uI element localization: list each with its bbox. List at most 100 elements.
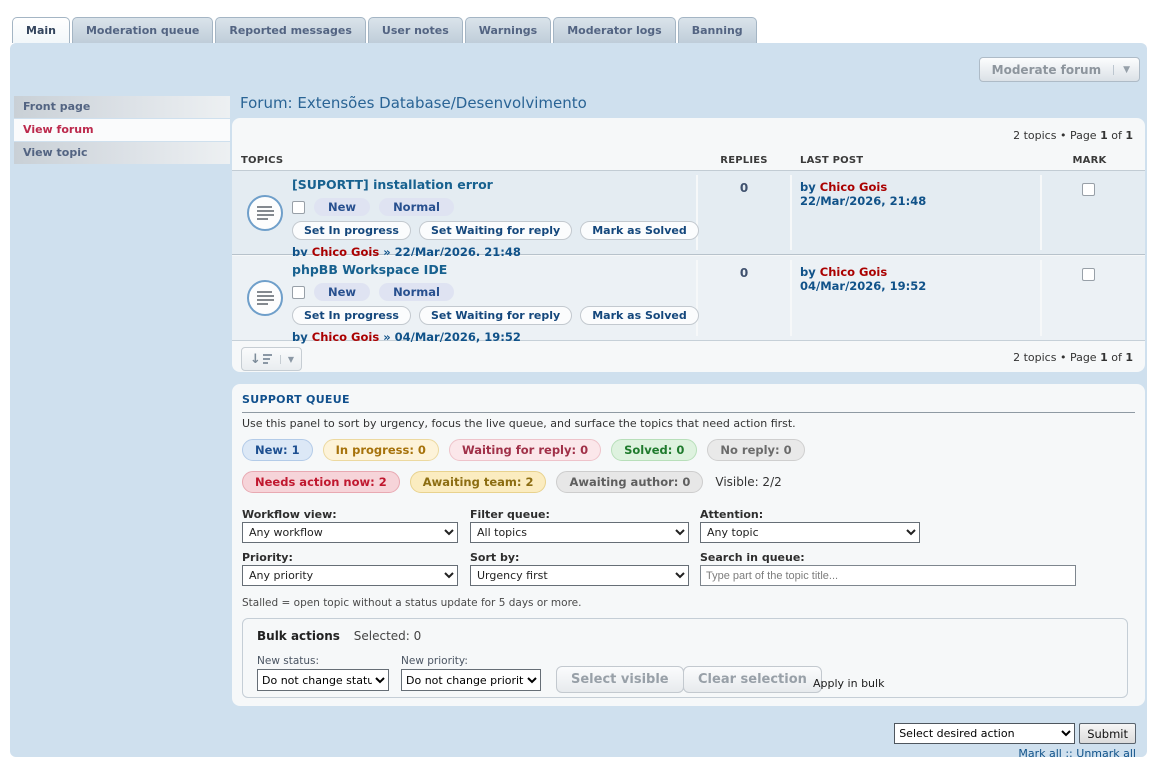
footer-action-bar: Select desired action Submit [894,723,1136,744]
support-queue-panel: SUPPORT QUEUE Use this panel to sort by … [232,384,1145,706]
sidebar: Front page View forum View topic [14,96,230,165]
priority-label: Priority: [242,551,293,564]
search-queue-input[interactable] [700,565,1076,586]
set-waiting-for-reply-button[interactable]: Set Waiting for reply [419,306,572,325]
page-title: Forum: Extensões Database/Desenvolviment… [240,94,587,112]
filter-queue-select[interactable]: All topics [470,522,689,543]
set-in-progress-button[interactable]: Set In progress [292,221,411,240]
topic-count: 2 topics [1013,351,1056,364]
stalled-note: Stalled = open topic without a status up… [242,597,581,609]
set-waiting-for-reply-button[interactable]: Set Waiting for reply [419,221,572,240]
of-word: of [1111,129,1122,142]
total-pages: 1 [1125,351,1133,364]
stats-row-attention: Needs action now: 2 Awaiting team: 2 Awa… [242,471,782,493]
priority-badge: Normal [379,283,454,301]
replies-count: 0 [698,266,790,280]
links-separator: :: [1062,747,1076,760]
bulk-actions-title: Bulk actions [257,629,340,643]
last-post-cell: by Chico Gois 04/Mar/2026, 19:52 [800,265,926,293]
topic-title-link[interactable]: [SUPORTT] installation error [292,177,699,192]
topic-icon [247,195,283,231]
mark-topic-checkbox[interactable] [1082,268,1095,281]
stat-badge-awaiting-team: Awaiting team: 2 [410,471,547,493]
stat-badge-needs-action: Needs action now: 2 [242,471,400,493]
author-link[interactable]: Chico Gois [820,265,887,279]
mark-links: Mark all :: Unmark all [1018,747,1136,760]
select-visible-button[interactable]: Select visible [556,666,684,693]
attention-label: Attention: [700,508,763,521]
tab-main[interactable]: Main [12,17,70,43]
mcp-tab-strip: Main Moderation queue Reported messages … [12,17,757,43]
bullet-separator: • [1060,351,1067,364]
column-header-mark: MARK [1042,155,1137,166]
column-header-last-post: LAST POST [800,155,863,166]
stats-row-status: New: 1 In progress: 0 Waiting for reply:… [242,439,805,461]
pagination-bottom: 2 topics • Page 1 of 1 [1013,351,1133,364]
topic-select-checkbox[interactable] [292,201,305,214]
apply-in-bulk-label: Apply in bulk [813,677,884,690]
set-in-progress-button[interactable]: Set In progress [292,306,411,325]
sidebar-item-view-topic[interactable]: View topic [14,142,230,164]
mark-as-solved-button[interactable]: Mark as Solved [580,221,699,240]
status-badge: New [314,283,370,301]
moderate-forum-label: Moderate forum [980,63,1113,77]
table-row: [SUPORTT] installation error New Normal … [232,170,1145,255]
mark-all-link[interactable]: Mark all [1018,747,1061,760]
bulk-actions-box: Bulk actions Selected: 0 New status: New… [242,618,1128,698]
new-priority-label: New priority: [401,655,468,667]
tab-moderator-logs[interactable]: Moderator logs [553,17,676,43]
page-number: 1 [1100,351,1108,364]
stat-badge-solved: Solved: 0 [611,439,697,461]
of-word: of [1111,351,1122,364]
pagination-top: 2 topics • Page 1 of 1 [1013,129,1133,142]
tab-banning[interactable]: Banning [678,17,757,43]
topic-select-checkbox[interactable] [292,286,305,299]
clear-selection-button[interactable]: Clear selection [683,666,822,693]
tab-reported-messages[interactable]: Reported messages [215,17,366,43]
column-header-replies: REPLIES [698,155,790,166]
mark-topic-checkbox[interactable] [1082,183,1095,196]
author-link[interactable]: Chico Gois [312,330,379,344]
column-header-topics: TOPICS [241,155,283,166]
page-number: 1 [1100,129,1108,142]
selected-count: Selected: 0 [354,629,422,643]
sort-descending-icon: ↓ [242,352,280,366]
visible-count-label: Visible: 2/2 [715,475,781,489]
priority-badge: Normal [379,198,454,216]
author-link[interactable]: Chico Gois [820,180,887,194]
table-row: phpBB Workspace IDE New Normal Set In pr… [232,256,1145,341]
last-post-cell: by Chico Gois 22/Mar/2026, 21:48 [800,180,926,208]
stat-badge-in-progress: In progress: 0 [323,439,439,461]
status-badge: New [314,198,370,216]
topic-icon [247,280,283,316]
topic-title-link[interactable]: phpBB Workspace IDE [292,262,699,277]
chevron-down-icon[interactable]: ▼ [1113,65,1139,75]
tab-moderation-queue[interactable]: Moderation queue [72,17,213,43]
moderate-forum-button[interactable]: Moderate forum ▼ [979,57,1140,82]
sort-by-select[interactable]: Urgency first [470,565,689,586]
submit-button[interactable]: Submit [1079,723,1136,744]
unmark-all-link[interactable]: Unmark all [1076,747,1136,760]
page-word: Page [1070,351,1097,364]
sidebar-item-front-page[interactable]: Front page [14,96,230,118]
workflow-view-select[interactable]: Any workflow [242,522,458,543]
sort-by-label: Sort by: [470,551,519,564]
attention-select[interactable]: Any topic [700,522,920,543]
new-status-select[interactable]: Do not change status [257,669,389,691]
topic-byline: by Chico Gois » 04/Mar/2026, 19:52 [292,330,699,344]
sidebar-item-view-forum[interactable]: View forum [14,119,230,141]
filter-queue-label: Filter queue: [470,508,550,521]
tab-warnings[interactable]: Warnings [465,17,551,43]
new-priority-select[interactable]: Do not change priority [401,669,541,691]
total-pages: 1 [1125,129,1133,142]
mark-as-solved-button[interactable]: Mark as Solved [580,306,699,325]
chevron-down-icon[interactable]: ▼ [280,355,301,364]
priority-select[interactable]: Any priority [242,565,458,586]
stat-badge-new: New: 1 [242,439,313,461]
sort-options-button[interactable]: ↓ ▼ [241,347,302,371]
stat-badge-waiting-for-reply: Waiting for reply: 0 [449,439,601,461]
topics-panel: 2 topics • Page 1 of 1 TOPICS REPLIES LA… [232,118,1145,372]
tab-user-notes[interactable]: User notes [368,17,463,43]
support-queue-title: SUPPORT QUEUE [242,393,1135,413]
desired-action-select[interactable]: Select desired action [894,723,1075,744]
